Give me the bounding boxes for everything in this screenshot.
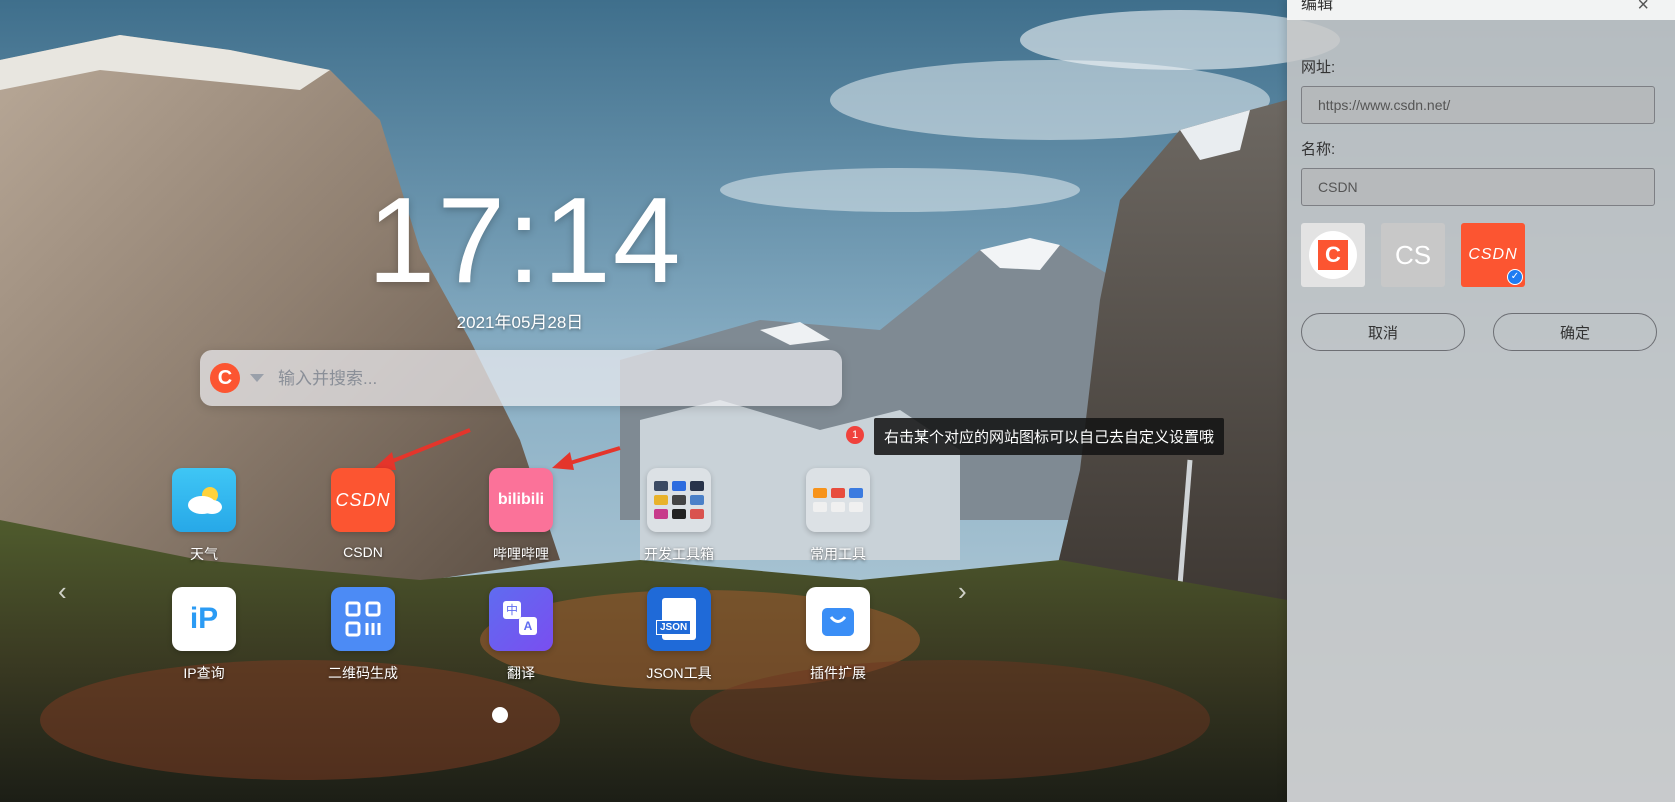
app-common-tools-folder[interactable]: 常用工具: [783, 468, 893, 564]
search-input[interactable]: [276, 360, 820, 398]
qrcode-icon: [331, 587, 395, 651]
search-bar: C: [200, 350, 842, 406]
chevron-left-icon[interactable]: ‹: [58, 576, 67, 607]
clock-date: 2021年05月28日: [456, 313, 584, 332]
app-label: 常用工具: [810, 546, 866, 562]
icon-option-text-label: CS: [1394, 239, 1432, 270]
clock-time: 17:14: [367, 172, 683, 308]
app-label: 二维码生成: [328, 665, 398, 681]
csdn-logo-text: CSDN: [335, 489, 391, 510]
app-extensions[interactable]: 插件扩展: [783, 587, 893, 683]
panel-header: 编辑 ×: [1287, 0, 1675, 20]
tip-badge: 1: [846, 426, 864, 444]
pagination-dot-active[interactable]: [492, 707, 508, 723]
icon-option-logo-csdn[interactable]: CSDN ✓: [1461, 223, 1525, 287]
panel-title: 编辑: [1301, 0, 1334, 13]
app-label: 哔哩哔哩: [493, 546, 549, 562]
app-qrcode[interactable]: 二维码生成: [308, 587, 418, 683]
cancel-button[interactable]: 取消: [1301, 313, 1465, 351]
check-icon: ✓: [1507, 269, 1523, 285]
url-label: 网址:: [1301, 59, 1336, 76]
app-weather[interactable]: 天气: [149, 468, 259, 564]
app-label: 开发工具箱: [644, 546, 714, 562]
ip-logo-text: iP: [189, 602, 219, 635]
ip-icon: iP: [172, 587, 236, 651]
shopping-bag-icon: [806, 587, 870, 651]
folder-icon: [647, 468, 711, 532]
translate-glyph-zh: 中: [503, 601, 521, 619]
app-json-tool[interactable]: JSON JSON工具: [624, 587, 734, 683]
csdn-c-icon: C: [1309, 231, 1357, 279]
app-label: 天气: [190, 546, 218, 562]
translate-icon: 中 A: [489, 587, 553, 651]
json-icon: JSON: [647, 587, 711, 651]
app-ip-lookup[interactable]: iP IP查询: [149, 587, 259, 683]
chevron-right-icon[interactable]: ›: [958, 576, 967, 607]
chevron-down-icon[interactable]: [250, 374, 264, 382]
name-label: 名称:: [1301, 141, 1336, 158]
icon-option-logo-c[interactable]: C: [1301, 223, 1365, 287]
new-tab-stage: 17:14 2021年05月28日 C 1 右击某个对应的网站图标可以自己去自定…: [0, 0, 1287, 802]
bilibili-logo-text: bilibili: [497, 491, 545, 508]
app-dev-toolbox-folder[interactable]: 开发工具箱: [624, 468, 734, 564]
tip-text: 右击某个对应的网站图标可以自己去自定义设置哦: [874, 418, 1225, 455]
translate-glyph-a: A: [519, 617, 537, 635]
app-label: JSON工具: [646, 665, 712, 681]
bilibili-icon: bilibili: [489, 468, 553, 532]
app-csdn[interactable]: CSDN CSDN: [308, 468, 418, 560]
app-label: IP查询: [183, 665, 225, 681]
folder-icon: [806, 468, 870, 532]
confirm-button[interactable]: 确定: [1493, 313, 1657, 351]
csdn-logo-icon: CSDN: [331, 468, 395, 532]
icon-option-text[interactable]: CS: [1381, 223, 1445, 287]
csdn-c-icon[interactable]: C: [210, 363, 240, 393]
app-translate[interactable]: 中 A 翻译: [466, 587, 576, 683]
app-label: 翻译: [507, 665, 535, 681]
json-logo-text: JSON: [656, 620, 692, 635]
url-field[interactable]: [1301, 86, 1655, 124]
name-field[interactable]: [1301, 168, 1655, 206]
icon-option-letter: C: [1318, 240, 1348, 270]
app-bilibili[interactable]: bilibili 哔哩哔哩: [466, 468, 576, 564]
app-label: CSDN: [343, 544, 383, 560]
app-label: 插件扩展: [810, 665, 866, 681]
weather-icon: [172, 468, 236, 532]
icon-option-csdn-text: CSDN: [1468, 246, 1518, 263]
close-icon[interactable]: ×: [1637, 0, 1649, 17]
edit-panel: 编辑 × 网址: 名称: C CS CSDN ✓ 取消 确定: [1287, 0, 1675, 802]
